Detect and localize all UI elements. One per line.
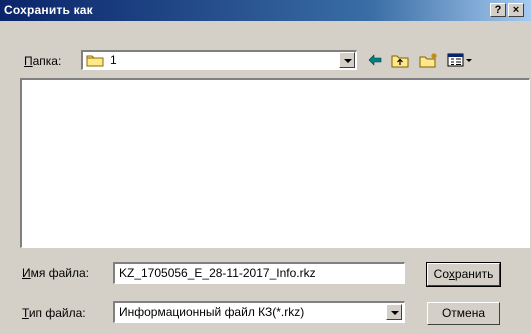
new-folder-icon[interactable] <box>419 52 439 68</box>
folder-icon <box>86 53 104 70</box>
filename-value: KZ_1705056_E_28-11-2017_Info.rkz <box>119 266 316 280</box>
file-list[interactable] <box>20 78 530 248</box>
folder-dropdown-arrow[interactable] <box>339 52 355 68</box>
filename-label: Имя файла: <box>22 266 89 280</box>
view-menu-icon[interactable] <box>447 52 473 68</box>
save-button[interactable]: Сохранить <box>426 262 501 287</box>
filetype-combobox[interactable]: Информационный файл КЗ(*.rkz) <box>113 301 405 323</box>
filename-input[interactable]: KZ_1705056_E_28-11-2017_Info.rkz <box>113 262 405 284</box>
close-button[interactable]: × <box>508 3 524 17</box>
folder-value: 1 <box>110 53 117 67</box>
cancel-button[interactable]: Отмена <box>427 302 500 325</box>
filetype-label: Тип файла: <box>22 306 86 320</box>
folder-combobox[interactable]: 1 <box>81 50 357 70</box>
filetype-dropdown-arrow[interactable] <box>386 304 402 320</box>
save-as-dialog: Сохранить как ? × Папка: 1 Имя файла: KZ… <box>0 0 531 334</box>
back-arrow-icon[interactable] <box>367 52 383 68</box>
filetype-value: Информационный файл КЗ(*.rkz) <box>119 305 305 319</box>
title-bar[interactable]: Сохранить как ? × <box>0 0 531 21</box>
help-button[interactable]: ? <box>490 3 506 17</box>
up-folder-icon[interactable] <box>391 52 409 68</box>
dialog-title: Сохранить как <box>4 3 93 17</box>
folder-label: Папка: <box>24 54 62 68</box>
